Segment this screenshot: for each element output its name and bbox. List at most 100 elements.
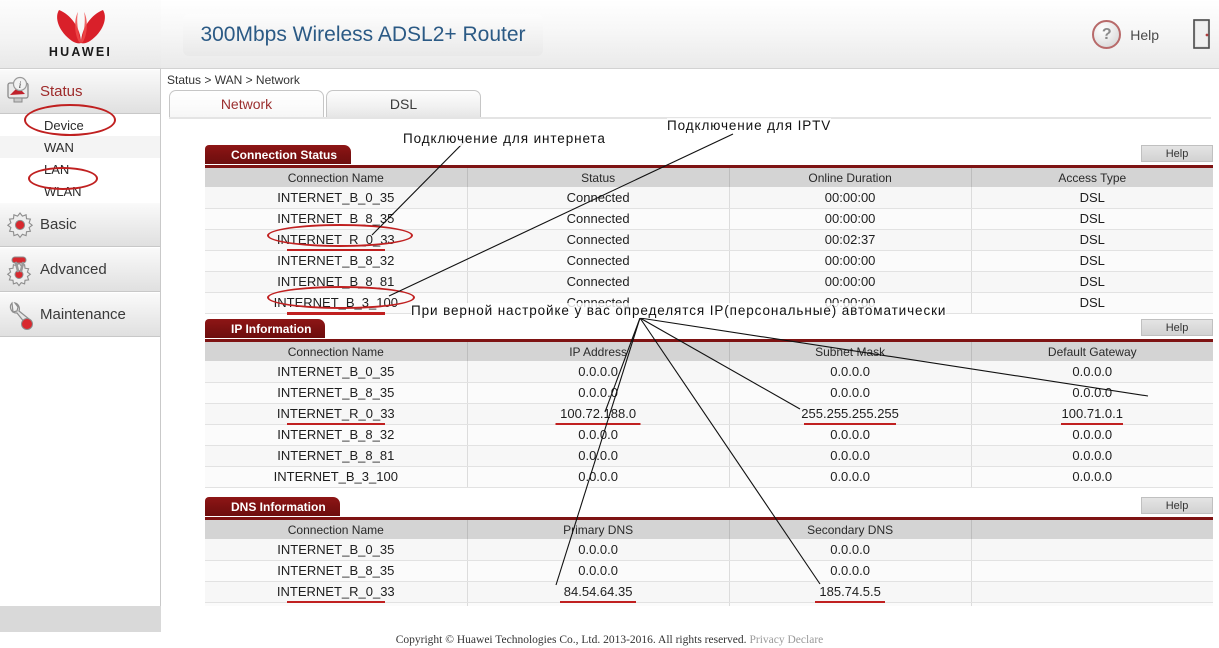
cell-connection-name: INTERNET_B_8_35 — [205, 382, 468, 404]
cell-subnet-mask: 0.0.0.0 — [729, 424, 972, 446]
cell-subnet-mask: 255.255.255.255 — [729, 403, 972, 425]
column-header: Connection Name — [205, 168, 468, 187]
tab-label: DSL — [389, 96, 418, 112]
panel-help-button[interactable]: Help — [1141, 319, 1213, 336]
cell-online-duration: 00:00:00 — [729, 250, 972, 272]
panel-header: DNS Information Help — [205, 497, 1213, 517]
panel-help-button[interactable]: Help — [1141, 497, 1213, 514]
table-row: INTERNET_B_3_100 0.0.0.0 0.0.0.0 0.0.0.0 — [205, 466, 1213, 488]
panel-ip-information: IP Information Help Connection Name IP A… — [205, 319, 1213, 488]
cell-access-type: DSL — [971, 229, 1213, 251]
cell-status: Connected — [467, 271, 730, 293]
table-header-row: Connection Name Status Online Duration A… — [205, 168, 1213, 187]
sidebar-item-status[interactable]: i Status — [0, 69, 160, 114]
cell-connection-name: INTERNET_B_0_35 — [205, 539, 468, 561]
cell-default-gateway: 0.0.0.0 — [971, 445, 1213, 467]
privacy-declare-link[interactable]: Privacy Declare — [750, 634, 824, 646]
column-header: Default Gateway — [971, 342, 1213, 361]
sidebar-item-advanced[interactable]: Advanced — [0, 247, 160, 292]
cell-ip-address: 100.72.188.0 — [467, 403, 730, 425]
panel-help-button[interactable]: Help — [1141, 145, 1213, 162]
cell-subnet-mask: 0.0.0.0 — [729, 361, 972, 383]
cell-online-duration: 00:02:37 — [729, 229, 972, 251]
tab-underline — [169, 117, 1211, 119]
cell-connection-name: INTERNET_B_3_100 — [205, 292, 468, 314]
table-row: INTERNET_B_3_100 Connected 00:00:00 DSL — [205, 292, 1213, 314]
cell-online-duration: 00:00:00 — [729, 271, 972, 293]
tab-bar: Network DSL — [169, 90, 483, 117]
sidebar-item-label: WLAN — [44, 183, 82, 199]
panel-title: DNS Information — [205, 497, 340, 516]
cell-primary-dns: 84.54.64.35 — [467, 581, 730, 603]
column-header: Subnet Mask — [729, 342, 972, 361]
main-content: Status > WAN > Network Network DSL Conne… — [161, 69, 1219, 645]
cell-online-duration: 00:00:00 — [729, 292, 972, 314]
page-title-text: 300Mbps Wireless ADSL2+ Router — [200, 23, 526, 46]
cell-secondary-dns: 185.74.5.5 — [729, 581, 972, 603]
tab-network[interactable]: Network — [169, 90, 324, 117]
column-header: Primary DNS — [467, 520, 730, 539]
sidebar-item-maintenance[interactable]: Maintenance — [0, 292, 160, 337]
cell-primary-dns: 0.0.0.0 — [467, 560, 730, 582]
cell-subnet-mask: 0.0.0.0 — [729, 382, 972, 404]
cell-connection-name: INTERNET_B_8_32 — [205, 424, 468, 446]
tab-dsl[interactable]: DSL — [326, 90, 481, 117]
panel-header: Connection Status Help — [205, 145, 1213, 165]
brand-logo: HUAWEI — [0, 0, 161, 69]
sidebar-item-label: WAN — [44, 139, 74, 155]
gear-icon — [0, 208, 40, 242]
logout-door-icon[interactable] — [1193, 18, 1213, 52]
cell-connection-name: INTERNET_B_8_35 — [205, 208, 468, 230]
wrench-icon — [0, 298, 40, 332]
table-row: INTERNET_R_0_33 84.54.64.35 185.74.5.5 — [205, 581, 1213, 603]
sidebar-item-wan[interactable]: WAN — [0, 136, 160, 158]
cell-access-type: DSL — [971, 292, 1213, 314]
table-row: INTERNET_B_0_35 0.0.0.0 0.0.0.0 0.0.0.0 — [205, 361, 1213, 383]
sidebar-item-label: Basic — [40, 216, 77, 233]
cell-default-gateway: 0.0.0.0 — [971, 361, 1213, 383]
sidebar-item-label: Device — [44, 117, 84, 133]
sidebar-item-device[interactable]: Device — [0, 114, 160, 136]
table-row: INTERNET_B_8_35 Connected 00:00:00 DSL — [205, 208, 1213, 230]
brand-name: HUAWEI — [48, 44, 113, 59]
table-row: INTERNET_R_0_33 Connected 00:02:37 DSL — [205, 229, 1213, 251]
status-monitor-icon: i — [0, 75, 40, 109]
sidebar-item-lan[interactable]: LAN — [0, 158, 160, 180]
cell-secondary-dns: 0.0.0.0 — [729, 560, 972, 582]
cell-status: Connected — [467, 187, 730, 209]
column-header: IP Address — [467, 342, 730, 361]
footer: Copyright © Huawei Technologies Co., Ltd… — [0, 632, 1219, 648]
cell-empty — [971, 581, 1213, 603]
breadcrumb: Status > WAN > Network — [167, 73, 300, 87]
cell-ip-address: 0.0.0.0 — [467, 361, 730, 383]
column-header: Connection Name — [205, 520, 468, 539]
table-row: INTERNET_B_8_35 0.0.0.0 0.0.0.0 — [205, 560, 1213, 582]
ip-information-table: Connection Name IP Address Subnet Mask D… — [205, 342, 1213, 488]
sidebar-item-wlan[interactable]: WLAN — [0, 180, 160, 202]
help-button[interactable]: ? Help — [1092, 20, 1159, 49]
cell-connection-name: INTERNET_B_3_100 — [205, 466, 468, 488]
sidebar-item-label: Status — [40, 83, 83, 100]
sidebar-item-label: Maintenance — [40, 306, 126, 323]
cell-status: Connected — [467, 292, 730, 314]
header: 300Mbps Wireless ADSL2+ Router ? Help — [161, 0, 1219, 69]
table-row: INTERNET_B_8_81 0.0.0.0 0.0.0.0 0.0.0.0 — [205, 445, 1213, 467]
sidebar-item-basic[interactable]: Basic — [0, 202, 160, 247]
cell-empty — [971, 560, 1213, 582]
cell-access-type: DSL — [971, 250, 1213, 272]
connection-status-table: Connection Name Status Online Duration A… — [205, 168, 1213, 314]
cell-access-type: DSL — [971, 271, 1213, 293]
panel-title: IP Information — [205, 319, 326, 338]
cell-default-gateway: 0.0.0.0 — [971, 424, 1213, 446]
column-header — [971, 520, 1213, 539]
cell-default-gateway: 0.0.0.0 — [971, 466, 1213, 488]
column-header: Online Duration — [729, 168, 972, 187]
sidebar-item-label: LAN — [44, 161, 70, 177]
huawei-logo-icon — [50, 9, 112, 44]
advanced-gear-icon — [0, 253, 40, 287]
table-header-row: Connection Name IP Address Subnet Mask D… — [205, 342, 1213, 361]
column-header: Access Type — [971, 168, 1213, 187]
cell-connection-name: INTERNET_B_8_35 — [205, 560, 468, 582]
column-header: Connection Name — [205, 342, 468, 361]
page-title: 300Mbps Wireless ADSL2+ Router — [183, 14, 543, 56]
